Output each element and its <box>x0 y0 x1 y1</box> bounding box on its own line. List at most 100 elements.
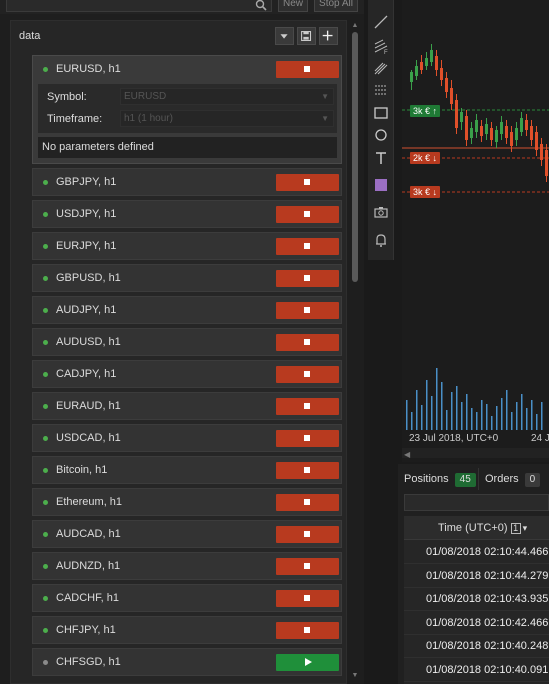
instance-row[interactable]: CHFJPY, h1 <box>32 616 342 644</box>
chart-canvas[interactable]: ◀ <box>402 0 549 462</box>
instance-row[interactable]: CADJPY, h1 <box>32 360 342 388</box>
candle-body <box>415 66 418 76</box>
order-tag-buy[interactable]: 3k € ↑ <box>410 105 441 117</box>
instance-row[interactable]: USDCAD, h1 <box>32 424 342 452</box>
search-input[interactable] <box>6 0 272 12</box>
save-icon[interactable] <box>297 27 316 45</box>
stop-button[interactable] <box>276 558 339 575</box>
stop-button[interactable] <box>276 206 339 223</box>
instance-row[interactable]: AUDUSD, h1 <box>32 328 342 356</box>
volume-bar <box>481 400 483 430</box>
volume-bar <box>531 400 533 430</box>
volume-bar <box>511 412 513 430</box>
table-row[interactable]: 01/08/2018 02:10:40.091 <box>404 659 549 682</box>
stop-button[interactable] <box>276 238 339 255</box>
chevron-down-icon: ▼ <box>321 114 329 123</box>
order-tag-sell[interactable]: 3k € ↓ <box>410 186 441 198</box>
volume-bar <box>471 408 473 430</box>
pitchfork-icon[interactable] <box>371 58 391 78</box>
tab-orders[interactable]: Orders 0 <box>478 468 541 490</box>
rectangle-icon[interactable] <box>371 103 391 123</box>
instance-row[interactable]: Bitcoin, h1 <box>32 456 342 484</box>
stop-button[interactable] <box>276 590 339 607</box>
stop-button[interactable] <box>276 270 339 287</box>
table-row[interactable]: 01/08/2018 02:10:40.248 <box>404 635 549 658</box>
scrollbar[interactable]: ▲ ▼ <box>350 20 360 684</box>
filter-input[interactable] <box>404 494 549 511</box>
automate-panel: New Stop All data EURUSD, h1 Symbol: EUR… <box>0 0 364 684</box>
instance-expanded-eurusd[interactable]: EURUSD, h1 Symbol: EURUSD ▼ Timeframe: h1… <box>32 55 342 164</box>
stop-button[interactable] <box>276 430 339 447</box>
stop-all-button[interactable]: Stop All <box>314 0 358 12</box>
volume-bar <box>441 382 443 430</box>
column-header-time[interactable]: Time (UTC+0) 1 ▾ <box>404 516 549 540</box>
search-icon[interactable] <box>255 0 267 11</box>
menu-caret-icon[interactable] <box>275 27 294 45</box>
table-row[interactable]: 01/08/2018 02:10:44.466 <box>404 541 549 564</box>
fib-icon[interactable]: F <box>371 36 391 56</box>
circle-icon[interactable] <box>371 125 391 145</box>
group-header[interactable]: data <box>11 21 348 51</box>
price-chart[interactable]: ◀ 3k € ↑ 2k € ↓ 3k € ↓ 23 Jul 2018, UTC+… <box>402 0 549 462</box>
instance-row[interactable]: GBPUSD, h1 <box>32 264 342 292</box>
instance-name: USDJPY, h1 <box>56 208 117 220</box>
table-row[interactable]: 01/08/2018 02:10:43.935 <box>404 588 549 611</box>
status-dot <box>43 276 48 281</box>
candle-body <box>535 132 538 150</box>
text-icon[interactable] <box>371 148 391 168</box>
table-row[interactable]: 01/08/2018 02:10:42.466 <box>404 612 549 635</box>
status-dot <box>43 500 48 505</box>
volume-bar <box>411 412 413 430</box>
scroll-thumb[interactable] <box>352 32 358 282</box>
instance-header[interactable]: EURUSD, h1 <box>33 56 341 83</box>
candle-body <box>500 122 503 134</box>
time-cell: 01/08/2018 02:10:40.248 <box>426 640 549 652</box>
new-button[interactable]: New <box>278 0 308 12</box>
stop-button[interactable] <box>276 526 339 543</box>
stop-button[interactable] <box>276 302 339 319</box>
volume-bar <box>466 394 468 430</box>
instance-name: AUDCAD, h1 <box>56 528 121 540</box>
plus-icon[interactable] <box>319 27 338 45</box>
timeframe-select[interactable]: h1 (1 hour) ▼ <box>120 110 334 127</box>
fib-extension-icon[interactable] <box>371 80 391 100</box>
stop-button[interactable] <box>276 622 339 639</box>
color-swatch-icon[interactable] <box>371 175 391 195</box>
parameters-panel: Symbol: EURUSD ▼ Timeframe: h1 (1 hour) ▼ <box>38 84 337 133</box>
volume-bar <box>476 412 478 430</box>
stop-button[interactable] <box>276 174 339 191</box>
stop-button[interactable] <box>276 366 339 383</box>
candle-body <box>505 126 508 138</box>
instance-row[interactable]: USDJPY, h1 <box>32 200 342 228</box>
order-tag-sell[interactable]: 2k € ↓ <box>410 152 441 164</box>
instance-row[interactable]: CHFSGD, h1 <box>32 648 342 676</box>
scroll-up-icon[interactable]: ▲ <box>351 22 359 30</box>
instance-name: EURAUD, h1 <box>56 400 121 412</box>
stop-button[interactable] <box>276 462 339 479</box>
instance-row[interactable]: AUDNZD, h1 <box>32 552 342 580</box>
play-button[interactable] <box>276 654 339 671</box>
trade-watch-panel: Positions 45 Orders 0 Time (UTC+0) 1 ▾ 01/08… <box>398 464 549 684</box>
camera-icon[interactable] <box>371 202 391 222</box>
symbol-select[interactable]: EURUSD ▼ <box>120 88 334 105</box>
instance-row[interactable]: AUDCAD, h1 <box>32 520 342 548</box>
stop-button[interactable] <box>276 61 339 78</box>
instance-row[interactable]: EURAUD, h1 <box>32 392 342 420</box>
stop-button[interactable] <box>276 398 339 415</box>
volume-bar <box>501 398 503 430</box>
instance-row[interactable]: CADCHF, h1 <box>32 584 342 612</box>
instance-row[interactable]: AUDJPY, h1 <box>32 296 342 324</box>
tab-positions[interactable]: Positions 45 <box>398 468 476 490</box>
stop-button[interactable] <box>276 494 339 511</box>
table-row[interactable]: 01/08/2018 02:10:44.279 <box>404 565 549 588</box>
status-dot <box>43 180 48 185</box>
scroll-down-icon[interactable]: ▼ <box>351 672 359 680</box>
stop-button[interactable] <box>276 334 339 351</box>
line-tool-icon[interactable] <box>371 12 391 32</box>
instance-row[interactable]: GBPJPY, h1 <box>32 168 342 196</box>
symbol-label: Symbol: <box>47 91 87 103</box>
time-cell: 01/08/2018 02:10:44.279 <box>426 569 549 582</box>
bell-icon[interactable] <box>371 230 391 250</box>
instance-row[interactable]: Ethereum, h1 <box>32 488 342 516</box>
instance-row[interactable]: EURJPY, h1 <box>32 232 342 260</box>
